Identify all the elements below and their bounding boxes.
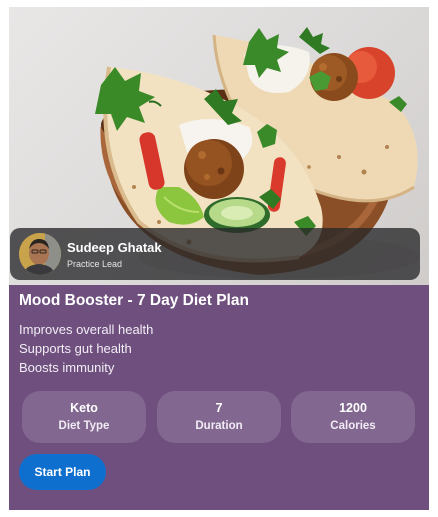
benefit-item: Supports gut health <box>19 341 132 356</box>
hero-image: Sudeep Ghatak Practice Lead <box>9 7 429 285</box>
benefit-item: Improves overall health <box>19 322 154 337</box>
stat-value: 1200 <box>339 401 367 415</box>
author-role: Practice Lead <box>67 259 123 269</box>
benefit-item: Boosts immunity <box>19 360 115 375</box>
stat-duration: 7 Duration <box>157 391 281 443</box>
author-avatar <box>19 233 61 275</box>
stat-diet-type: Keto Diet Type <box>22 391 146 443</box>
author-bar[interactable]: Sudeep Ghatak Practice Lead <box>10 228 420 280</box>
stat-label: Duration <box>195 420 243 432</box>
diet-plan-card[interactable]: Sudeep Ghatak Practice Lead Mood Booster… <box>9 7 429 510</box>
stat-label: Diet Type <box>58 420 110 432</box>
author-photo <box>19 233 61 275</box>
plan-title: Mood Booster - 7 Day Diet Plan <box>19 292 249 309</box>
author-name: Sudeep Ghatak <box>67 240 162 255</box>
start-plan-button[interactable]: Start Plan <box>19 454 106 490</box>
stat-label: Calories <box>330 420 376 432</box>
stat-value: 7 <box>215 401 223 415</box>
stat-value: Keto <box>70 401 98 415</box>
stat-calories: 1200 Calories <box>291 391 415 443</box>
benefits-list: Improves overall health Supports gut hea… <box>19 320 153 377</box>
